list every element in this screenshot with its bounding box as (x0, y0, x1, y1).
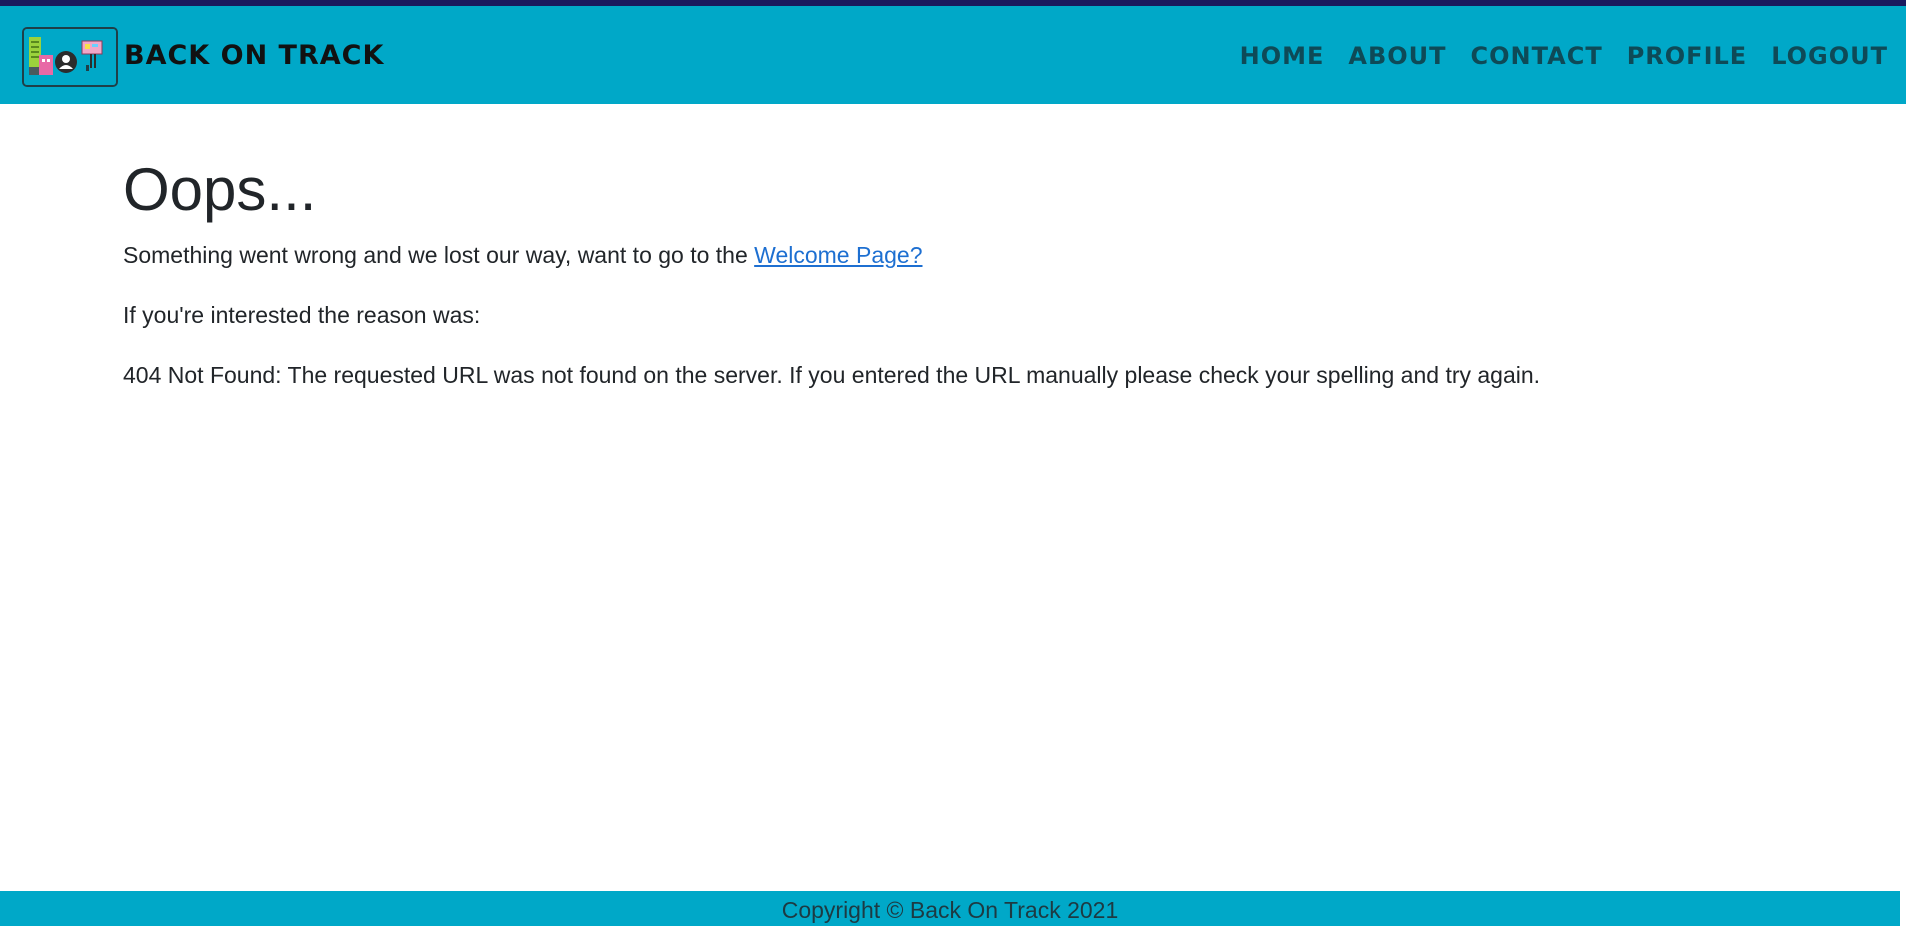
main-content: Oops... Something went wrong and we lost… (123, 150, 1783, 390)
nav-home-link[interactable]: HOME (1240, 40, 1325, 72)
page: BACK ON TRACK HOME ABOUT CONTACT PROFILE… (0, 0, 1906, 926)
error-message-text: Something went wrong and we lost our way… (123, 242, 755, 268)
main-nav: HOME ABOUT CONTACT PROFILE LOGOUT (1240, 40, 1888, 72)
brand-title[interactable]: BACK ON TRACK (124, 40, 384, 72)
reason-intro: If you're interested the reason was: (123, 302, 481, 328)
footer: Copyright © Back On Track 2021 (0, 891, 1900, 926)
copyright-text: Copyright © Back On Track 2021 (781, 897, 1119, 923)
nav-contact-link[interactable]: CONTACT (1471, 40, 1603, 72)
city-people-sign-logo-icon (24, 29, 116, 85)
logo[interactable] (22, 27, 118, 87)
navbar: BACK ON TRACK HOME ABOUT CONTACT PROFILE… (0, 6, 1906, 104)
welcome-page-link[interactable]: Welcome Page? (754, 242, 922, 268)
nav-about-link[interactable]: ABOUT (1348, 40, 1446, 72)
error-reason: 404 Not Found: The requested URL was not… (123, 362, 1541, 388)
page-title: Oops... (123, 156, 317, 223)
nav-profile-link[interactable]: PROFILE (1627, 40, 1747, 72)
error-message: Something went wrong and we lost our way… (123, 240, 1783, 270)
nav-logout-link[interactable]: LOGOUT (1771, 40, 1888, 72)
